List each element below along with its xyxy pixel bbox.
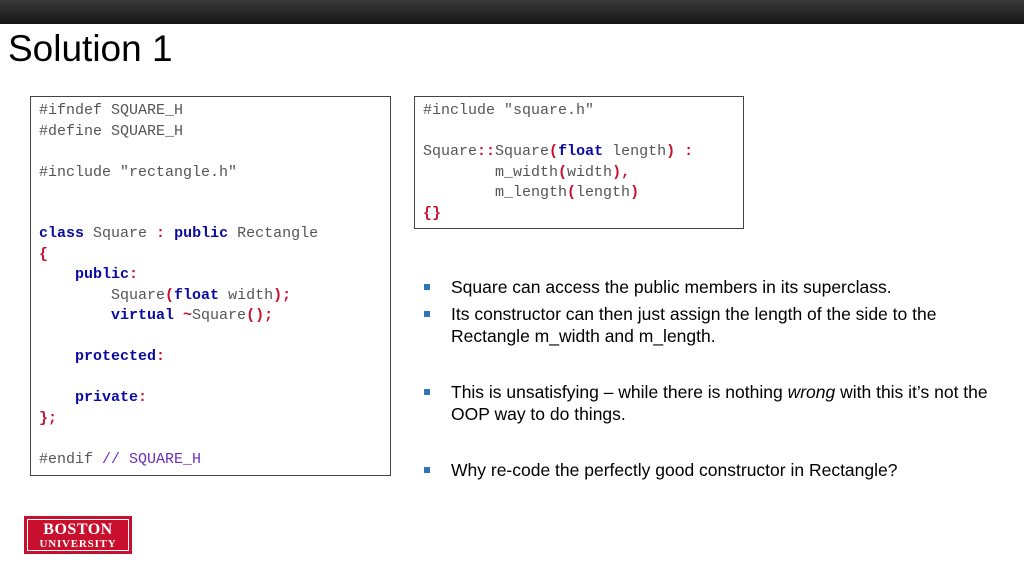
- code-keyword: public: [75, 266, 130, 283]
- code-keyword: class: [39, 225, 85, 242]
- code-comment: // SQUARE_H: [93, 450, 202, 468]
- bullet-item: Why re-code the perfectly good construct…: [422, 459, 1012, 482]
- code-keyword: private: [75, 389, 139, 406]
- slide-title: Solution 1: [8, 28, 173, 69]
- code-token: m_width: [495, 163, 559, 181]
- code-token: Square: [423, 143, 478, 160]
- bullet-text: Square can access the public members in …: [451, 277, 892, 297]
- boston-university-logo: BOSTON UNIVERSITY: [24, 516, 132, 554]
- code-token: Square: [192, 307, 247, 324]
- code-keyword: virtual: [111, 307, 175, 324]
- code-line: #include "square.h": [423, 102, 595, 119]
- code-operator: (: [165, 286, 175, 304]
- code-operator: {: [39, 245, 49, 263]
- code-operator: ): [630, 184, 640, 201]
- code-operator: ~: [174, 307, 193, 324]
- code-line: #endif: [39, 450, 94, 468]
- code-operator: {}: [423, 204, 442, 222]
- bullet-marker-icon: [424, 310, 430, 317]
- code-operator: :: [138, 389, 148, 406]
- code-token: length: [603, 143, 667, 160]
- code-operator: );: [273, 286, 292, 304]
- code-operator: :: [156, 225, 166, 242]
- code-keyword: float: [558, 143, 604, 160]
- bullet-item: Its constructor can then just assign the…: [422, 303, 1012, 348]
- source-code: #include "square.h" Square::Square(float…: [423, 101, 693, 224]
- code-line: #ifndef SQUARE_H: [39, 102, 184, 119]
- bullet-emphasis: wrong: [787, 381, 836, 402]
- code-line: #define SQUARE_H: [39, 122, 184, 140]
- bullet-text: This is unsatisfying – while there is no…: [451, 381, 788, 402]
- bullet-marker-icon: [424, 388, 430, 395]
- code-operator: (: [558, 163, 568, 181]
- bullet-list: Square can access the public members in …: [422, 276, 1012, 481]
- code-token: length: [576, 184, 631, 201]
- code-token: Square: [495, 143, 550, 160]
- code-operator: :: [156, 348, 166, 365]
- code-operator: (: [549, 143, 559, 160]
- code-operator: ),: [612, 163, 631, 181]
- header-code: #ifndef SQUARE_H #define SQUARE_H #inclu…: [39, 101, 318, 470]
- code-operator: ::: [477, 143, 496, 160]
- code-keyword: protected: [75, 348, 157, 365]
- code-line: #include "rectangle.h": [39, 163, 238, 181]
- code-operator: :: [129, 266, 139, 283]
- bullet-text: Its constructor can then just assign the…: [451, 303, 937, 347]
- header-code-box: #ifndef SQUARE_H #define SQUARE_H #inclu…: [30, 96, 391, 476]
- code-token: width: [219, 286, 274, 304]
- code-token: Square: [111, 286, 166, 304]
- bullet-item: Square can access the public members in …: [422, 276, 1012, 299]
- code-token: Square: [84, 225, 157, 242]
- code-operator: };: [39, 409, 58, 427]
- code-operator: ();: [246, 307, 274, 324]
- code-token: Rectangle: [228, 225, 319, 242]
- code-operator: :: [675, 143, 694, 160]
- source-code-box: #include "square.h" Square::Square(float…: [414, 96, 744, 229]
- code-keyword: public: [174, 225, 229, 242]
- logo-line-2: UNIVERSITY: [39, 538, 117, 550]
- top-bar: [0, 0, 1024, 24]
- bullet-marker-icon: [424, 284, 430, 290]
- bullet-item: This is unsatisfying – while there is no…: [422, 381, 1012, 426]
- code-operator: ): [666, 143, 676, 160]
- code-token: m_length: [495, 184, 568, 201]
- code-token: width: [567, 163, 613, 181]
- code-operator: (: [567, 184, 577, 201]
- code-keyword: float: [174, 286, 220, 304]
- logo-line-1: BOSTON: [43, 521, 113, 538]
- bullet-marker-icon: [424, 466, 430, 473]
- bullet-text: Why re-code the perfectly good construct…: [451, 459, 898, 480]
